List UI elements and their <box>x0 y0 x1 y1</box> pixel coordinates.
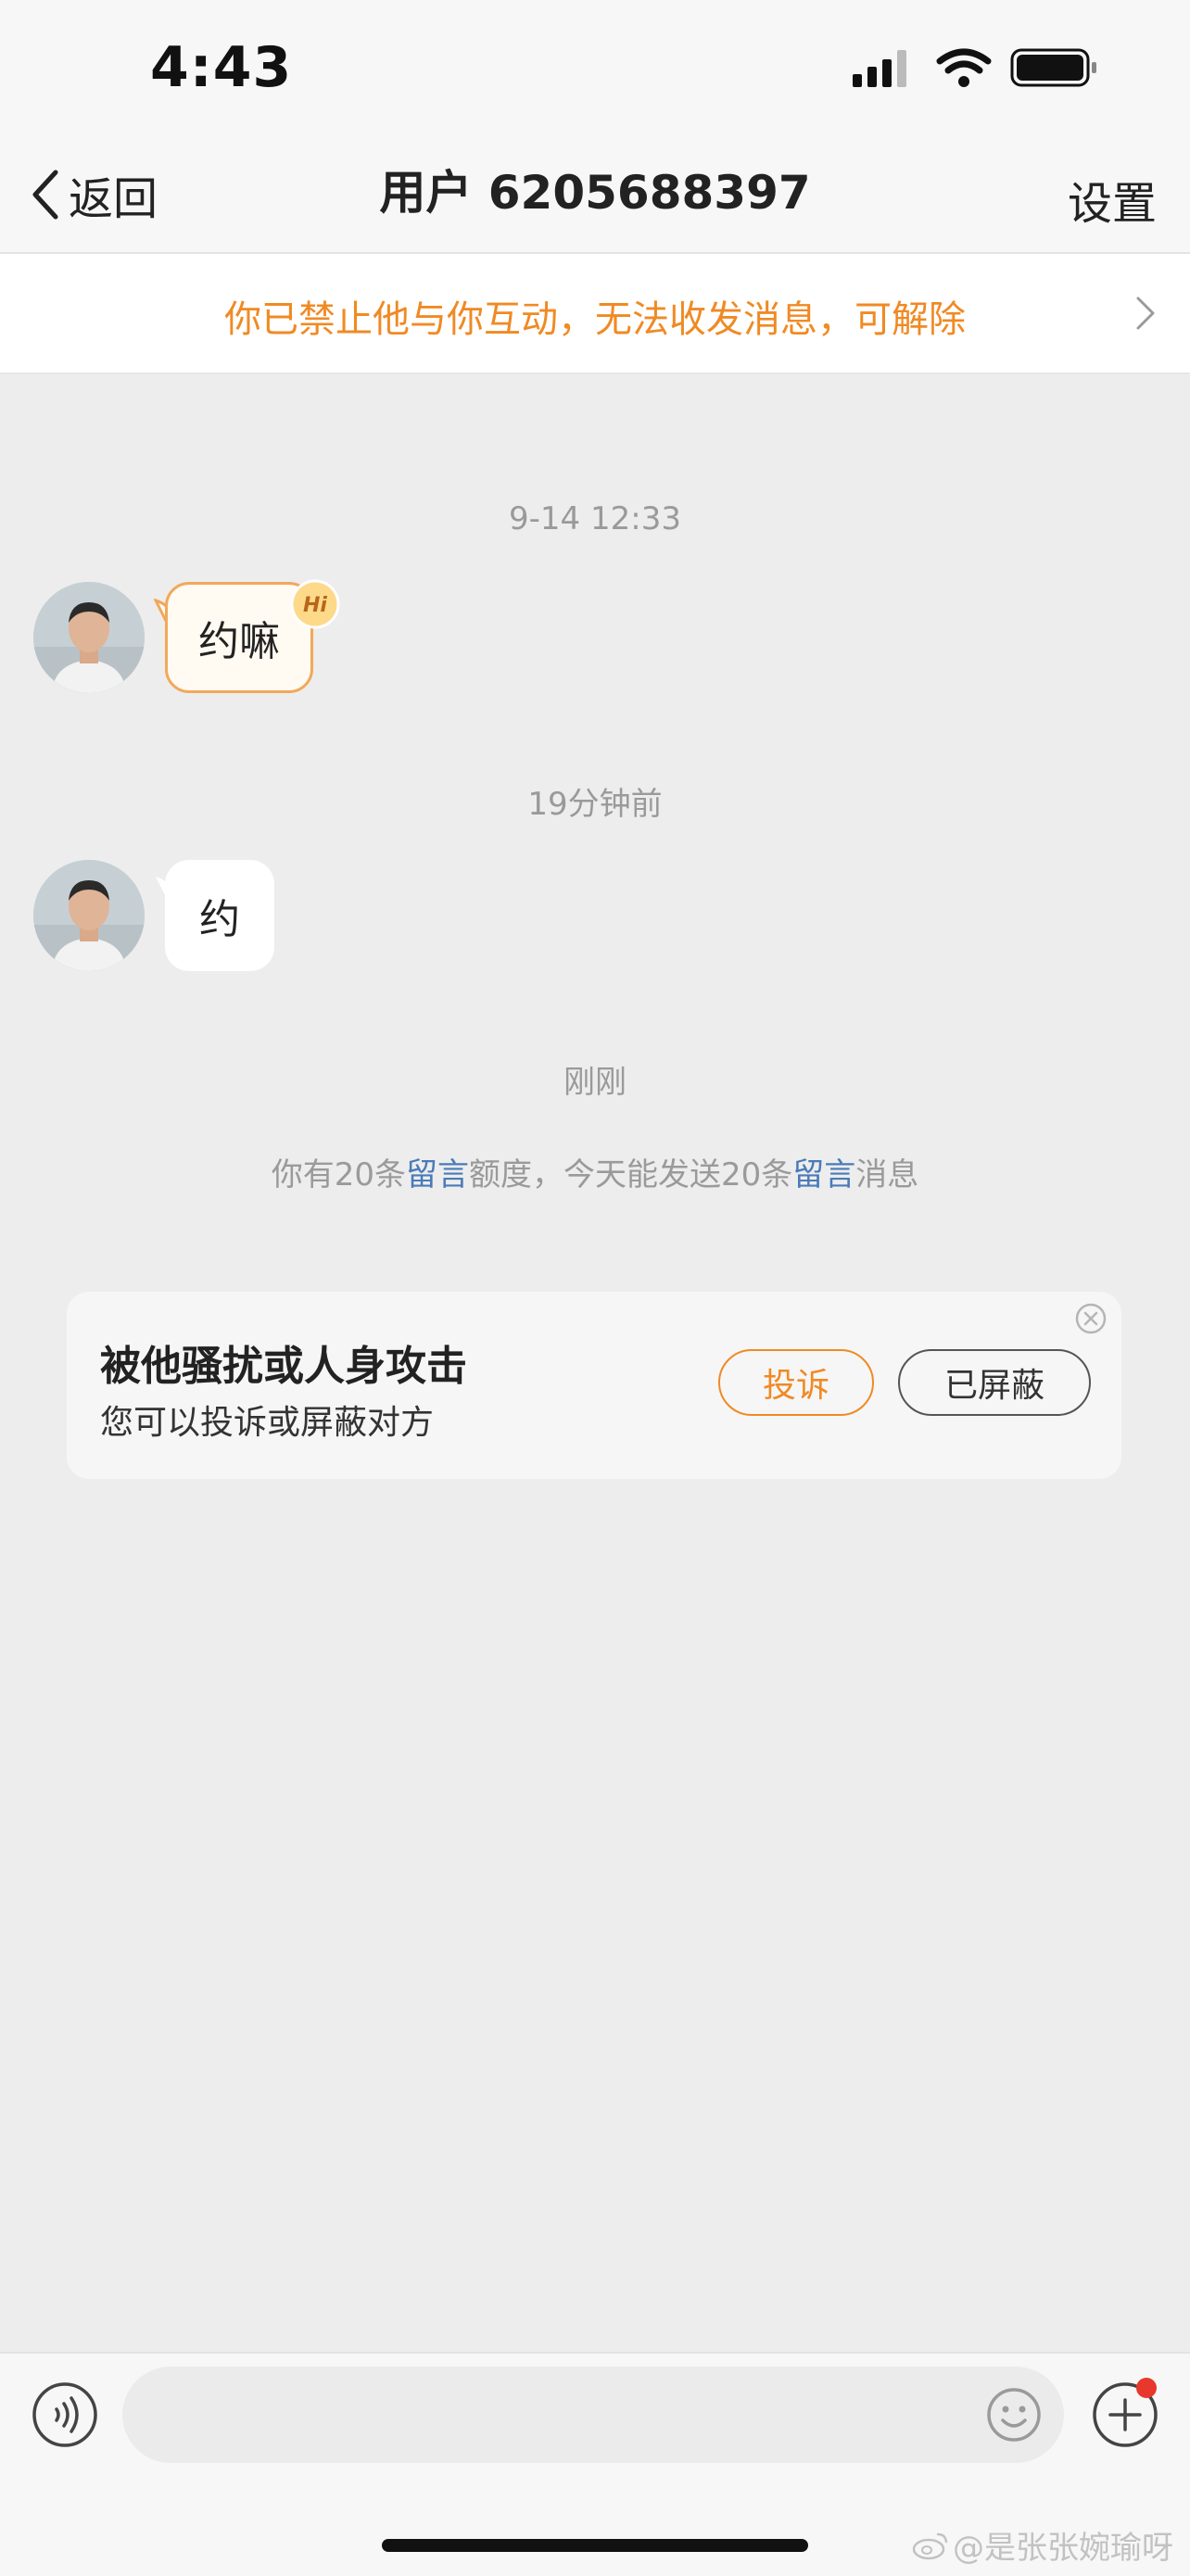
wifi-icon <box>936 48 992 87</box>
blocked-button[interactable]: 已屏蔽 <box>898 1349 1091 1416</box>
signal-icon <box>853 50 906 87</box>
message-timestamp: 19分钟前 <box>527 786 663 823</box>
message-bubble[interactable]: 约 <box>165 860 274 971</box>
quota-text: 你有20条 <box>271 1156 406 1193</box>
home-indicator <box>382 2539 808 2552</box>
message-input[interactable] <box>122 2367 1064 2463</box>
quota-text: 消息 <box>855 1156 919 1193</box>
hi-badge-text: Hi <box>303 594 327 617</box>
message-text: 约 <box>199 896 240 943</box>
chevron-right-icon <box>1136 297 1155 330</box>
message-timestamp: 9-14 12:33 <box>509 500 681 537</box>
emoji-icon[interactable] <box>986 2387 1042 2443</box>
quota-notice: 你有20条留言额度，今天能发送20条留言消息 <box>0 1149 1190 1194</box>
hi-badge-icon: Hi <box>290 579 340 629</box>
avatar[interactable] <box>33 860 145 971</box>
card-subtitle: 您可以投诉或屏蔽对方 <box>100 1404 435 1442</box>
status-time: 4:43 <box>150 35 293 100</box>
message-quota-link[interactable]: 留言 <box>406 1156 469 1193</box>
notification-dot <box>1136 2378 1157 2398</box>
message-quota-link[interactable]: 留言 <box>792 1156 855 1193</box>
page-title: 用户 6205688397 <box>379 166 811 220</box>
weibo-icon <box>912 2532 948 2559</box>
message-text: 约嘛 <box>198 618 280 665</box>
user-photo <box>33 860 145 971</box>
close-icon[interactable] <box>1075 1303 1107 1334</box>
watermark: @是张张婉瑜呀 <box>912 2522 1173 2568</box>
status-icons <box>853 48 1096 87</box>
unblock-banner[interactable]: 你已禁止他与你互动，无法收发消息，可解除 <box>0 254 1190 374</box>
header: 4:43 返回 用户 6205688397 设置 <box>0 0 1190 254</box>
quota-text: 额度，今天能发送20条 <box>469 1156 793 1193</box>
system-timestamp: 刚刚 <box>563 1064 627 1101</box>
avatar[interactable] <box>33 582 145 693</box>
settings-button[interactable]: 设置 <box>1068 167 1157 232</box>
user-photo <box>33 582 145 693</box>
battery-icon <box>1010 48 1096 87</box>
voice-icon[interactable] <box>32 2381 98 2448</box>
banner-text: 你已禁止他与你互动，无法收发消息，可解除 <box>224 298 966 341</box>
complain-button[interactable]: 投诉 <box>718 1349 874 1416</box>
card-title: 被他骚扰或人身攻击 <box>100 1343 467 1390</box>
harassment-card: 被他骚扰或人身攻击 您可以投诉或屏蔽对方 投诉 已屏蔽 <box>67 1292 1121 1479</box>
watermark-text: @是张张婉瑜呀 <box>953 2530 1173 2567</box>
